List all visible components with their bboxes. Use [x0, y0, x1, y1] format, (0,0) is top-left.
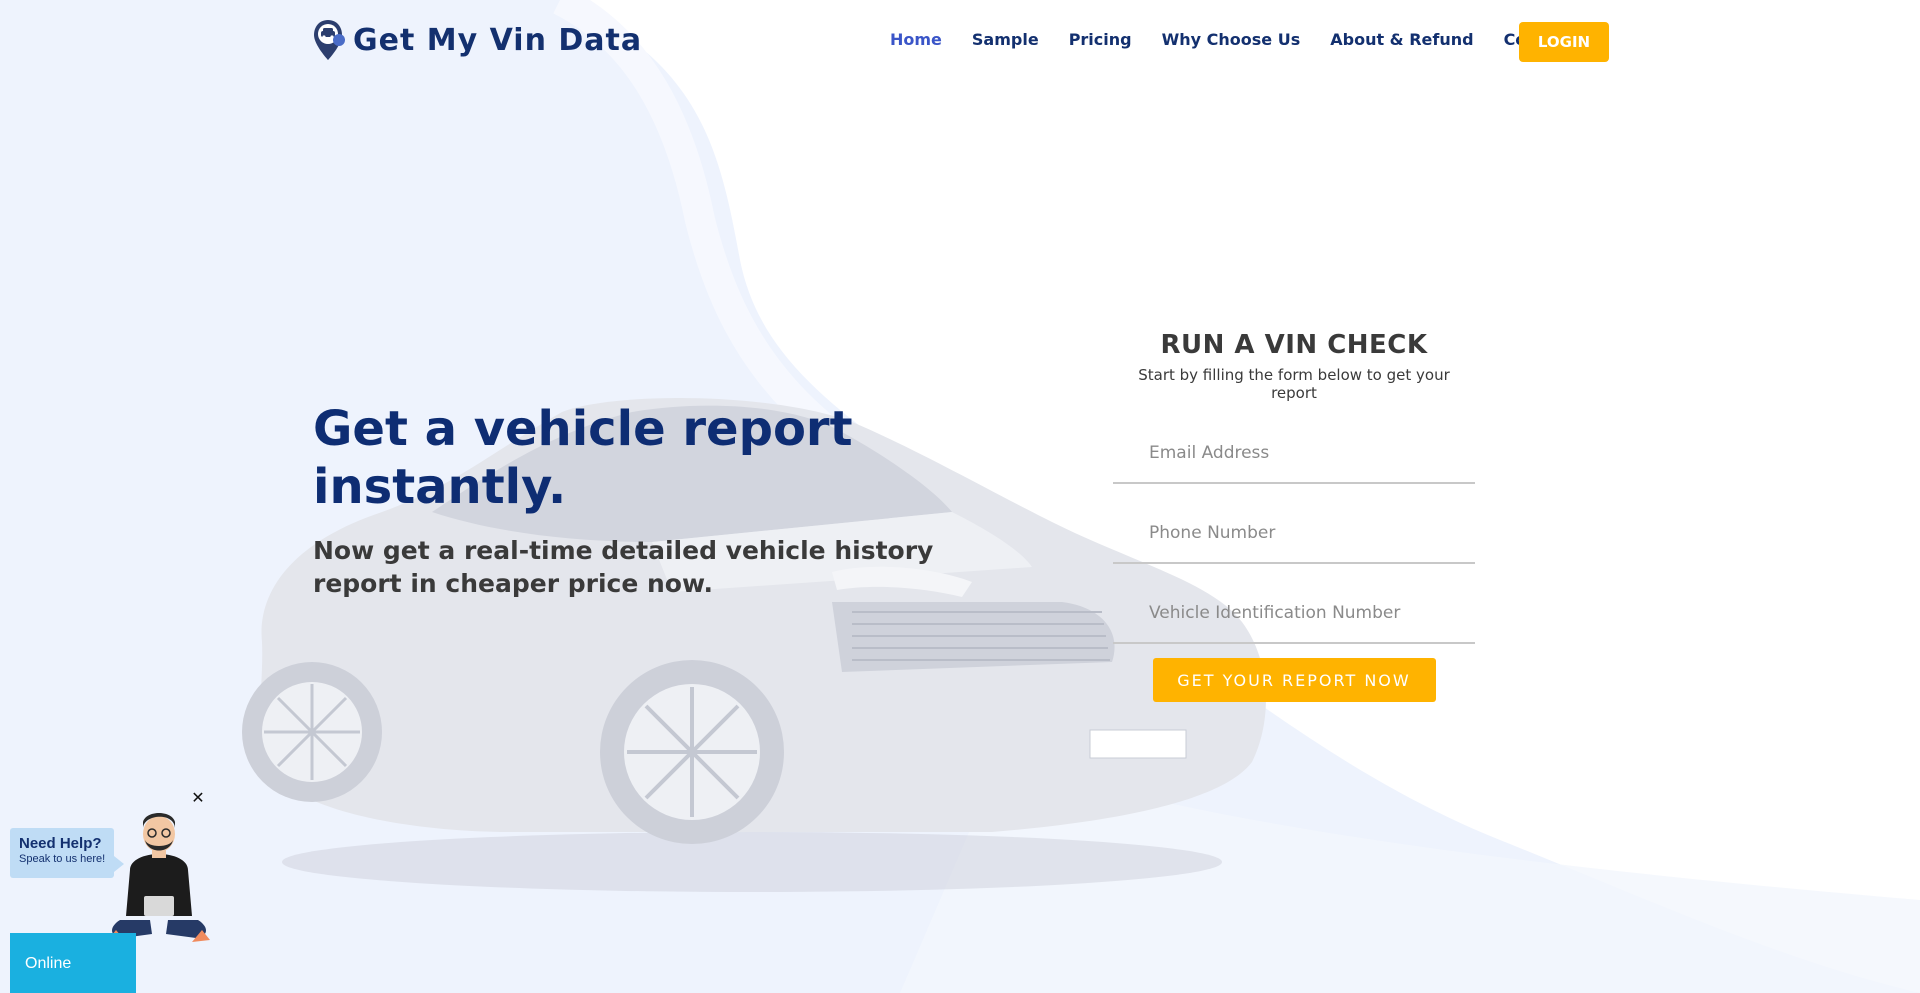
nav-home[interactable]: Home [890, 30, 942, 49]
email-field[interactable] [1113, 424, 1475, 484]
nav-about-refund[interactable]: About & Refund [1330, 30, 1473, 49]
vin-field[interactable] [1113, 584, 1475, 644]
nav-sample[interactable]: Sample [972, 30, 1039, 49]
form-subtitle: Start by filling the form below to get y… [1138, 366, 1450, 402]
main-nav: Home Sample Pricing Why Choose Us About … [890, 30, 1603, 49]
phone-field[interactable] [1113, 504, 1475, 564]
online-status-bar[interactable]: Online [10, 933, 136, 993]
get-report-button[interactable]: GET YOUR REPORT NOW [1152, 658, 1436, 702]
close-icon[interactable]: ✕ [190, 790, 206, 806]
hero-subtitle: Now get a real-time detailed vehicle his… [313, 536, 934, 598]
nav-why-choose-us[interactable]: Why Choose Us [1162, 30, 1301, 49]
hero-title: Get a vehicle report instantly. [313, 401, 853, 515]
nav-pricing[interactable]: Pricing [1069, 30, 1132, 49]
car-pin-icon [314, 20, 345, 60]
hero-section: Get a vehicle report instantly. Now get … [313, 400, 973, 600]
login-button[interactable]: LOGIN [1519, 22, 1609, 62]
brand-logo[interactable]: Get My Vin Data [313, 18, 642, 62]
help-bubble[interactable]: Need Help? Speak to us here! [10, 828, 124, 878]
site-header: Get My Vin Data Home Sample Pricing Why … [0, 0, 1920, 84]
brand-name: Get My Vin Data [353, 22, 643, 58]
vin-check-form: RUN A VIN CHECK Start by filling the for… [1113, 330, 1475, 702]
form-title: RUN A VIN CHECK [1160, 330, 1428, 360]
support-agent-icon [108, 813, 210, 942]
